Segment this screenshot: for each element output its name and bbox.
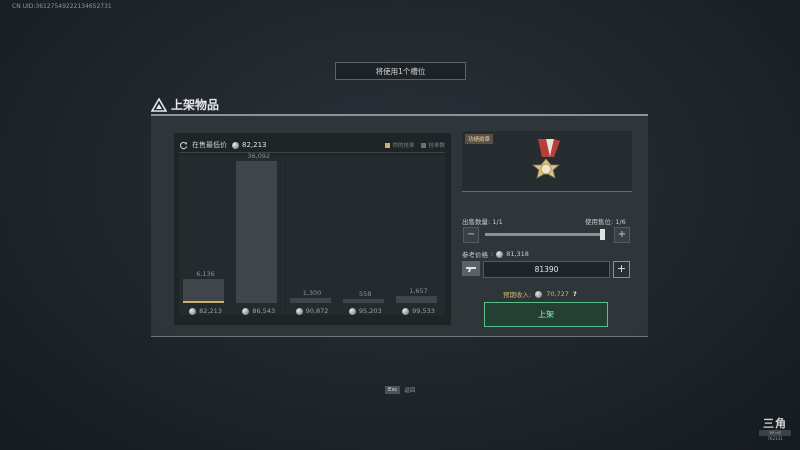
quantity-label: 出售数量: 1/1: [462, 218, 503, 226]
legend-swatch-mine: [385, 142, 391, 148]
legend-orders-label: 挂单数: [428, 143, 445, 149]
coin-icon: [496, 250, 504, 258]
bar-count-label: 1,300: [302, 288, 322, 297]
price-bucket-2[interactable]: 1,300 90,872: [285, 155, 339, 315]
bar: [236, 160, 278, 303]
bar-count-label: 36,092: [247, 151, 271, 160]
legend-mine-label: 你的挂单: [392, 143, 415, 149]
help-icon[interactable]: ?: [573, 290, 577, 298]
uid-text: CN UID:36127549222134652731: [12, 3, 112, 10]
bar-price-text: 95,203: [358, 307, 382, 315]
quantity-label-text: 出售数量: [462, 218, 488, 226]
delta-logo-icon: [151, 97, 167, 112]
coin-icon: [535, 290, 543, 298]
reference-price-label: 参考价格: [462, 251, 488, 259]
bar-price-text: 82,213: [199, 307, 222, 315]
bar-price-label: 90,872: [286, 307, 339, 315]
logo-number: 762131: [767, 436, 783, 441]
gun-icon[interactable]: [462, 261, 480, 276]
bar-price-text: 90,872: [305, 307, 329, 315]
bar-count-label: 558: [359, 290, 372, 298]
coin-icon: [189, 307, 197, 315]
bar: [183, 278, 224, 303]
gun-glyph: [466, 267, 476, 272]
bar-price-label: 86,543: [232, 307, 285, 315]
price-bucket-1[interactable]: 36,092 86,543: [232, 151, 286, 315]
coin-icon: [402, 307, 410, 315]
chart-legend: 你的挂单 挂单数: [385, 141, 445, 149]
item-preview: 功绩勋章: [462, 131, 632, 192]
slot-usage-value: 1/6: [615, 218, 626, 226]
legend-swatch-orders: [421, 142, 427, 148]
bar: [396, 296, 437, 303]
logo-title: 三角: [763, 417, 787, 430]
game-logo: 三角 洲行动 762131: [759, 418, 791, 441]
slot-usage-label: 使用售位: 1/6: [585, 218, 626, 226]
price-distribution-chart: 在售最低价 82,213 你的挂单 挂单数 6,136 82,213 36,092 8…: [174, 133, 451, 325]
list-item-button[interactable]: 上架: [484, 302, 608, 327]
bar-price-text: 86,543: [252, 307, 276, 315]
listing-panel: 在售最低价 82,213 你的挂单 挂单数 6,136 82,213 36,092 8…: [151, 114, 648, 337]
slot-notice: 将使用1个槽位: [335, 62, 466, 80]
reference-price-row: 参考价格: 81,318: [462, 250, 529, 259]
bar-count-label: 6,136: [196, 269, 215, 278]
back-hint[interactable]: Esc 返回: [385, 386, 415, 394]
bar-count-label: 1,657: [409, 287, 428, 296]
lowest-price-value: 82,213: [242, 141, 267, 149]
medal-icon: [531, 139, 561, 179]
bar-price-text: 99,533: [412, 307, 435, 315]
chart-bars: 6,136 82,213 36,092 86,543 1,300 90,872 558 95,…: [179, 151, 445, 315]
price-bucket-3[interactable]: 558 95,203: [338, 155, 392, 315]
price-plus-button[interactable]: +: [613, 261, 630, 278]
bar-price-label: 95,203: [339, 307, 392, 315]
lowest-price-label: 在售最低价: [192, 141, 227, 149]
coin-icon: [348, 307, 356, 315]
quantity-minus-button[interactable]: −: [463, 227, 479, 243]
coin-icon: [295, 307, 303, 315]
price-bucket-4[interactable]: 1,657 99,533: [392, 155, 445, 315]
price-input[interactable]: 81390: [483, 261, 610, 278]
legend-mine: 你的挂单: [385, 141, 414, 149]
expected-income-label-text: 预期收入: [503, 291, 529, 299]
bar-price-label: 99,533: [392, 307, 445, 315]
esc-key-badge: Esc: [385, 386, 401, 394]
back-label: 返回: [404, 388, 416, 394]
expected-income-value: 70,727: [546, 290, 569, 298]
my-listing-marker: [183, 301, 224, 303]
item-name-tag: 功绩勋章: [465, 134, 494, 144]
bar: [289, 297, 331, 303]
expected-income-label: 预期收入:: [503, 291, 532, 299]
coin-icon: [232, 141, 239, 149]
legend-orders: 挂单数: [421, 141, 445, 149]
bar-price-label: 82,213: [179, 307, 232, 315]
quantity-slider[interactable]: [485, 233, 605, 236]
bar: [342, 299, 384, 303]
quantity-slider-handle[interactable]: [600, 229, 605, 240]
slot-usage-label-text: 使用售位: [585, 218, 611, 226]
reference-price-value: 81,318: [506, 250, 529, 258]
quantity-value: 1/1: [492, 218, 503, 226]
quantity-plus-button[interactable]: +: [614, 227, 630, 243]
page-title: 上架物品: [171, 98, 220, 112]
chart-header: 在售最低价 82,213 你的挂单 挂单数: [179, 138, 445, 153]
expected-income-row: 预期收入: 70,727 ?: [503, 289, 577, 299]
coin-icon: [242, 307, 250, 315]
page-title-row: 上架物品: [151, 96, 219, 113]
price-bucket-0[interactable]: 6,136 82,213: [179, 155, 232, 315]
refresh-icon[interactable]: [179, 141, 188, 150]
